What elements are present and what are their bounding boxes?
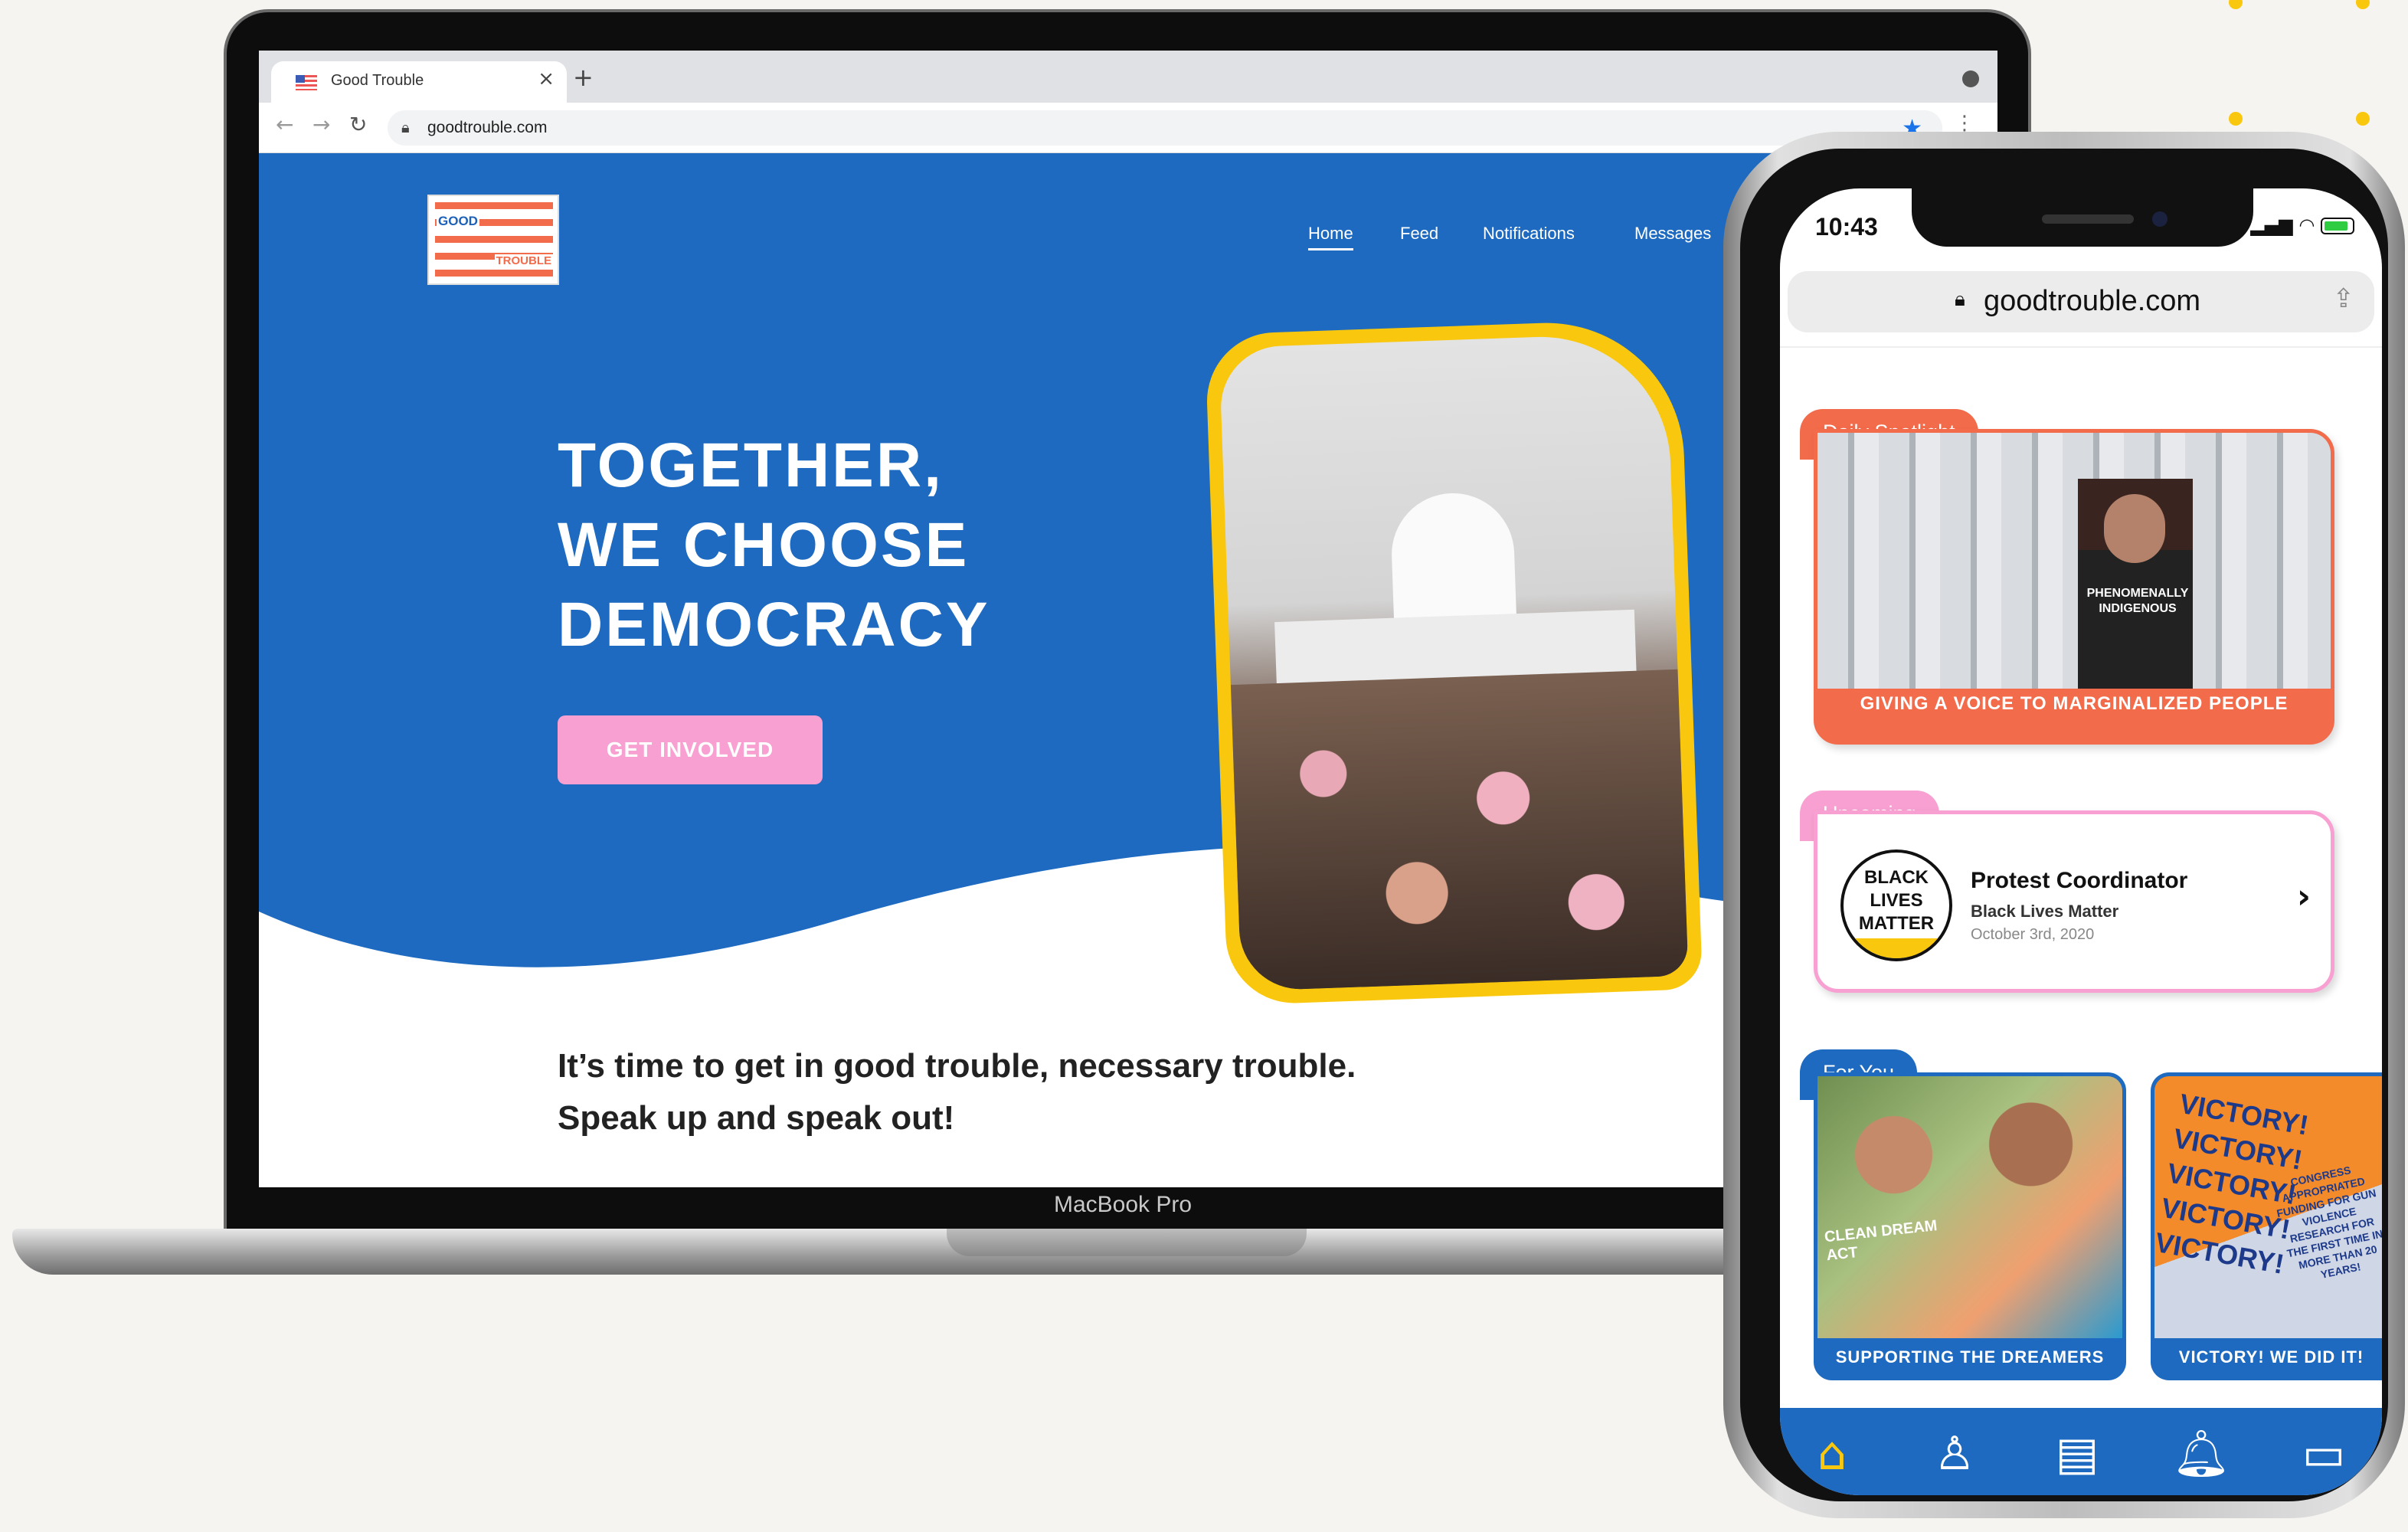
spotlight-person: PHENOMENALLY INDIGENOUS <box>2078 479 2193 689</box>
decor-dot <box>2229 0 2243 9</box>
capitol-protest-photo <box>1219 332 1689 991</box>
lock-icon: 🔒︎ <box>1955 288 1965 311</box>
nav-feed[interactable]: Feed <box>1400 224 1438 244</box>
signal-icon: ▂▄▆ <box>2250 214 2293 236</box>
protest-crowd <box>1230 669 1689 991</box>
hero-title-line: we choose <box>558 510 970 580</box>
bottom-tab-bar: ⌂ ♙ ▤ 🔔︎ ▭ <box>1780 1408 2382 1495</box>
upcoming-event-card[interactable]: BLACK LIVES MATTER Protest Coordinator B… <box>1814 810 2334 993</box>
home-icon[interactable]: ⌂ <box>1801 1423 1863 1485</box>
blm-logo-line: MATTER <box>1858 913 1935 934</box>
for-you-card-dreamers[interactable]: CLEAN DREAM ACT Supporting the Dreamers <box>1814 1072 2126 1380</box>
wifi-icon: ◠ <box>2298 214 2315 236</box>
event-organization: Black Lives Matter <box>1971 902 2119 921</box>
speaker-grille <box>2042 214 2134 224</box>
profile-icon[interactable]: ♙ <box>1924 1423 1985 1485</box>
decor-dot <box>2356 0 2370 9</box>
profile-menu-icon[interactable] <box>1962 70 1979 87</box>
divider <box>1780 346 2382 348</box>
browser-tab-strip: Good Trouble × + <box>259 51 1997 103</box>
battery-icon <box>2321 218 2354 234</box>
spotlight-person-face <box>2104 494 2165 563</box>
status-icons: ▂▄▆ ◠ <box>2250 214 2354 236</box>
hero-title: Together, we choose democracy <box>558 426 1078 665</box>
share-icon[interactable]: ⇪ <box>2333 283 2355 314</box>
phone-screen: 10:43 ▂▄▆ ◠ 🔒︎ goodtrouble.com ⇪ Daily S… <box>1780 188 2382 1495</box>
blm-logo-line: LIVES <box>1870 890 1923 911</box>
address-bar-url: goodtrouble.com <box>427 119 548 136</box>
hero-title-line: Together, <box>558 430 944 500</box>
laptop-hinge-notch <box>947 1229 1307 1256</box>
reload-icon[interactable]: ↻ <box>349 112 367 137</box>
black-lives-matter-logo: BLACK LIVES MATTER <box>1840 849 1952 961</box>
status-time: 10:43 <box>1815 213 1878 241</box>
mobile-url: goodtrouble.com <box>1984 285 2201 317</box>
new-tab-icon[interactable]: + <box>573 63 594 92</box>
event-title: Protest Coordinator <box>1971 868 2188 893</box>
event-date: October 3rd, 2020 <box>1971 926 2095 943</box>
hero-title-line: democracy <box>558 590 990 660</box>
decor-dot <box>2356 112 2370 126</box>
back-icon[interactable]: ← <box>276 112 293 137</box>
capitol-dome <box>1389 491 1517 633</box>
dreamers-caption: Supporting the Dreamers <box>1835 1347 2105 1367</box>
address-bar[interactable]: 🔒︎ goodtrouble.com ★ <box>388 110 1942 146</box>
victory-caption: Victory! We did it! <box>2178 1347 2364 1367</box>
nav-notifications[interactable]: Notifications <box>1483 224 1575 244</box>
mobile-address-bar[interactable]: 🔒︎ goodtrouble.com ⇪ <box>1788 271 2374 332</box>
spotlight-shirt-text: PHENOMENALLY INDIGENOUS <box>2086 587 2189 615</box>
logo-text-trouble: TROUBLE <box>494 254 553 267</box>
spotlight-photo: PHENOMENALLY INDIGENOUS <box>1817 433 2331 689</box>
tagline-line: Speak up and speak out! <box>558 1099 955 1137</box>
spotlight-caption: Giving a voice to marginalized people <box>1860 693 2289 714</box>
victory-side-text: CONGRESS APPROPRIATED FUNDING FOR GUN VI… <box>2275 1164 2382 1281</box>
bell-icon[interactable]: 🔔︎ <box>2171 1423 2232 1485</box>
good-trouble-logo[interactable]: GOOD TROUBLE <box>427 195 559 285</box>
daily-spotlight-card[interactable]: PHENOMENALLY INDIGENOUS Giving a voice t… <box>1814 429 2334 745</box>
dreamers-sign-text: CLEAN DREAM ACT <box>1824 1217 1939 1265</box>
tagline: It’s time to get in good trouble, necess… <box>558 1040 1630 1144</box>
blm-logo-band <box>1844 938 1949 958</box>
phone-bezel: 10:43 ▂▄▆ ◠ 🔒︎ goodtrouble.com ⇪ Daily S… <box>1740 149 2388 1501</box>
chevron-right-icon[interactable]: › <box>2297 877 2311 916</box>
hero-photo-frame <box>1204 318 1703 1006</box>
chat-icon[interactable]: ▭ <box>2293 1423 2354 1485</box>
browser-tab-title: Good Trouble <box>331 72 424 89</box>
for-you-card-victory[interactable]: VICTORY! VICTORY! VICTORY! VICTORY! VICT… <box>2151 1072 2382 1380</box>
close-tab-icon[interactable]: × <box>538 67 555 90</box>
browser-toolbar: ← → ↻ 🔒︎ goodtrouble.com ★ ⋮ <box>259 103 1997 153</box>
phone-frame: 10:43 ▂▄▆ ◠ 🔒︎ goodtrouble.com ⇪ Daily S… <box>1723 132 2405 1518</box>
browser-tab[interactable]: Good Trouble × <box>271 61 567 103</box>
nav-home[interactable]: Home <box>1308 224 1353 250</box>
clipboard-icon[interactable]: ▤ <box>2046 1423 2108 1485</box>
blm-logo-line: BLACK <box>1864 867 1929 888</box>
nav-messages[interactable]: Messages <box>1634 224 1711 244</box>
phone-notch <box>1912 188 2253 247</box>
front-camera <box>2152 211 2168 227</box>
decor-dot <box>2229 112 2243 126</box>
forward-icon[interactable]: → <box>312 112 330 137</box>
dreamers-photo: CLEAN DREAM ACT <box>1817 1076 2122 1338</box>
flag-favicon-icon <box>296 75 317 90</box>
victory-photo: VICTORY! VICTORY! VICTORY! VICTORY! VICT… <box>2154 1076 2382 1338</box>
laptop-model-label: MacBook Pro <box>1053 1192 1193 1217</box>
lock-icon: 🔒︎ <box>401 118 410 136</box>
get-involved-button[interactable]: GET INVOLVED <box>558 715 823 784</box>
logo-text-good: GOOD <box>437 213 479 230</box>
tagline-line: It’s time to get in good trouble, necess… <box>558 1047 1356 1085</box>
